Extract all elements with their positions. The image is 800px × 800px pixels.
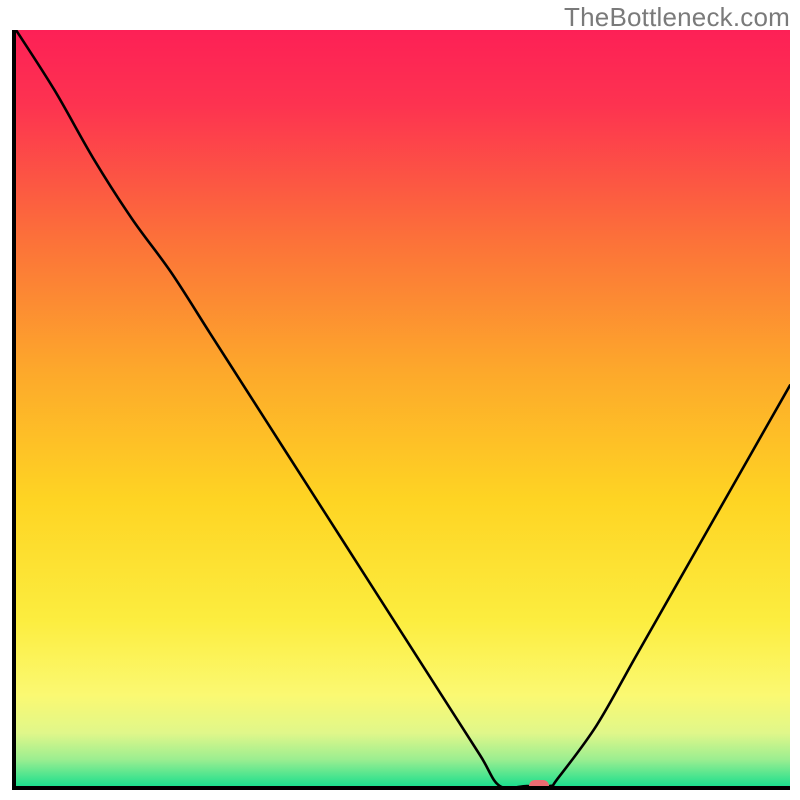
optimal-marker [529, 780, 549, 790]
chart-inner [16, 30, 790, 786]
watermark-text: TheBottleneck.com [564, 2, 790, 33]
chart-area [12, 30, 790, 790]
bottleneck-curve [16, 30, 790, 786]
